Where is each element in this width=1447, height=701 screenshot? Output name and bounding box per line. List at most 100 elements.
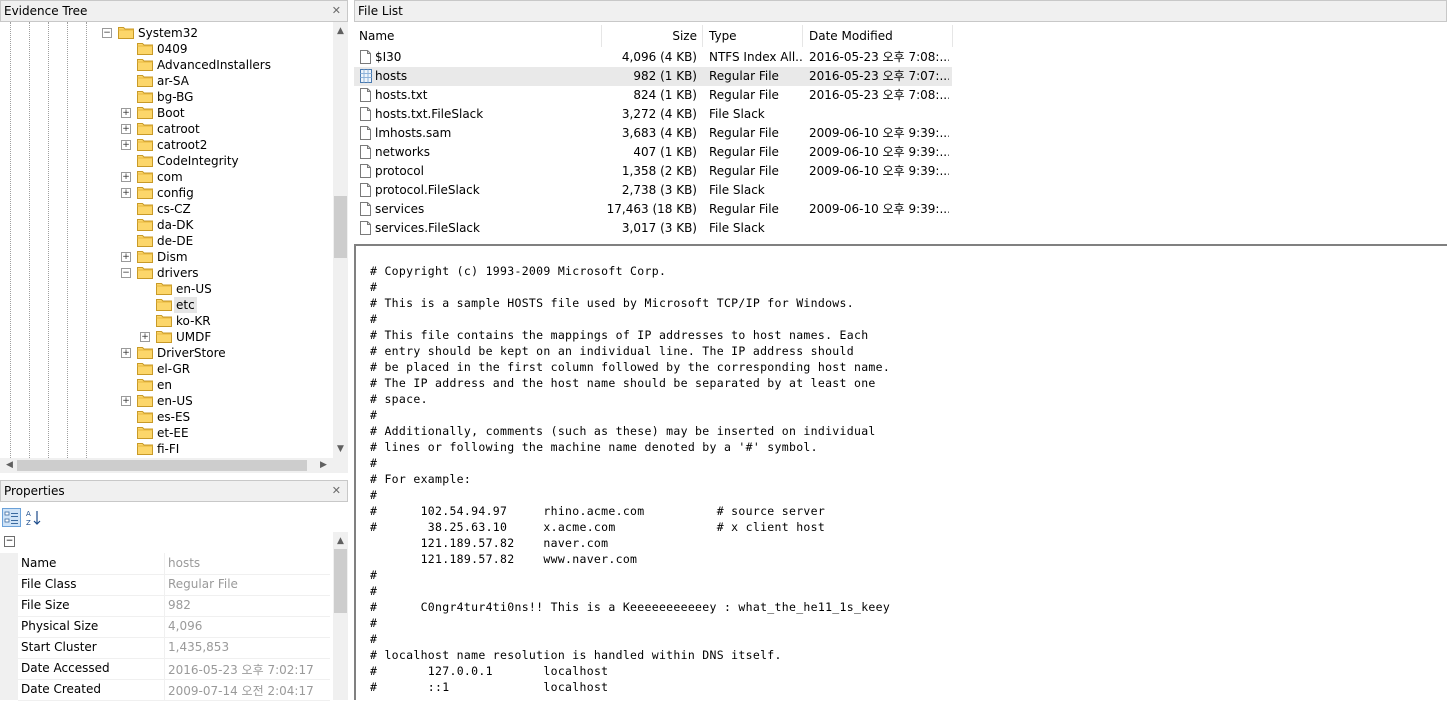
tree-item[interactable]: + Boot <box>0 105 333 121</box>
tree-item[interactable]: + UMDF <box>0 329 333 345</box>
file-row[interactable]: networks 407 (1 KB) Regular File 2009-06-10… <box>354 143 952 162</box>
tree-item[interactable]: el-GR <box>0 361 333 377</box>
tree-item[interactable]: en-US <box>0 281 333 297</box>
tree-item[interactable]: ko-KR <box>0 313 333 329</box>
tree-item-label: el-GR <box>157 362 191 376</box>
tree-item[interactable]: + Dism <box>0 249 333 265</box>
tree-item[interactable]: bg-BG <box>0 89 333 105</box>
file-name: hosts.txt <box>375 88 428 102</box>
file-name: $I30 <box>375 50 402 64</box>
tree-item[interactable]: 0409 <box>0 41 333 57</box>
file-name: hosts.txt.FileSlack <box>375 107 484 121</box>
column-header-date[interactable]: Date Modified <box>803 25 953 47</box>
property-row[interactable]: Physical Size 4,096 <box>18 616 330 638</box>
tree-item[interactable]: et-EE <box>0 425 333 441</box>
file-row[interactable]: services 17,463 (18 KB) Regular File 2009-0… <box>354 200 952 219</box>
file-name: hosts <box>375 69 408 83</box>
expand-icon[interactable]: + <box>121 348 131 358</box>
collapse-icon[interactable]: − <box>121 268 131 278</box>
file-row[interactable]: $I30 4,096 (4 KB) NTFS Index All... 2016-05… <box>354 48 952 67</box>
file-size: 982 (1 KB) <box>633 69 697 83</box>
alphabetical-sort-icon[interactable]: A Z <box>25 508 44 527</box>
tree-item[interactable]: ar-SA <box>0 73 333 89</box>
collapse-category-icon[interactable]: − <box>4 536 15 547</box>
expand-icon[interactable]: + <box>121 172 131 182</box>
expand-icon[interactable]: + <box>121 124 131 134</box>
tree-vertical-scrollbar[interactable]: ▲ ▼ <box>333 22 348 458</box>
evidence-tree-close-icon[interactable]: ✕ <box>332 1 341 21</box>
tree-item[interactable]: + catroot <box>0 121 333 137</box>
scroll-left-icon[interactable]: ◀ <box>2 458 17 473</box>
tree-item[interactable]: da-DK <box>0 217 333 233</box>
collapse-icon[interactable]: − <box>102 28 112 38</box>
expand-icon[interactable]: + <box>121 252 131 262</box>
property-row[interactable]: Date Created 2009-07-14 오전 2:04:17 <box>18 679 330 701</box>
file-row[interactable]: lmhosts.sam 3,683 (4 KB) Regular File 2009-… <box>354 124 952 143</box>
file-size: 3,017 (3 KB) <box>621 221 697 235</box>
tree-item[interactable]: cs-CZ <box>0 201 333 217</box>
property-name: File Class <box>21 577 77 591</box>
file-row[interactable]: protocol 1,358 (2 KB) Regular File 2009-06-… <box>354 162 952 181</box>
tree-item[interactable]: + config <box>0 185 333 201</box>
expand-icon[interactable]: + <box>140 332 150 342</box>
property-value: 1,435,853 <box>168 640 230 654</box>
properties-grid: − Name hosts File Class Regular File File Si… <box>0 532 333 701</box>
tree-item[interactable]: es-ES <box>0 409 333 425</box>
property-divider <box>164 574 165 595</box>
property-row[interactable]: File Class Regular File <box>18 574 330 596</box>
property-row[interactable]: File Size 982 <box>18 595 330 617</box>
file-date: 2009-06-10 오후 9:39:... <box>809 164 949 178</box>
tree-item[interactable]: + DriverStore <box>0 345 333 361</box>
tree-item[interactable]: en <box>0 377 333 393</box>
evidence-tree[interactable]: − System32 0409 AdvancedInstallers ar-SA bg-B… <box>0 22 333 458</box>
tree-item[interactable]: − System32 <box>0 25 333 41</box>
tree-item[interactable]: AdvancedInstallers <box>0 57 333 73</box>
tree-horizontal-scrollbar[interactable]: ◀ ▶ <box>0 458 333 473</box>
property-row[interactable]: Name hosts <box>18 553 330 575</box>
tree-item[interactable]: fi-FI <box>0 441 333 457</box>
tree-hscroll-thumb[interactable] <box>17 460 307 471</box>
expand-icon[interactable]: + <box>121 396 131 406</box>
file-row[interactable]: protocol.FileSlack 2,738 (3 KB) File Slack <box>354 181 952 200</box>
props-scroll-up-icon[interactable]: ▲ <box>333 534 348 549</box>
svg-text:Z: Z <box>26 519 31 527</box>
file-list[interactable]: Name Size Type Date Modified $I30 4,096 (… <box>354 22 1447 242</box>
tree-item[interactable]: + catroot2 <box>0 137 333 153</box>
expand-icon[interactable]: + <box>121 140 131 150</box>
file-row[interactable]: hosts.txt 824 (1 KB) Regular File 2016-05-2… <box>354 86 952 105</box>
text-viewer[interactable]: # Copyright (c) 1993-2009 Microsoft Corp… <box>354 244 1447 700</box>
column-header-name[interactable]: Name <box>354 25 602 47</box>
property-row[interactable]: Date Accessed 2016-05-23 오후 7:02:17 <box>18 658 330 680</box>
file-document-icon <box>360 126 371 140</box>
folder-icon <box>137 234 153 247</box>
scroll-down-icon[interactable]: ▼ <box>333 442 348 457</box>
file-row[interactable]: services.FileSlack 3,017 (3 KB) File Slack <box>354 219 952 238</box>
property-value: 982 <box>168 598 191 612</box>
tree-item[interactable]: + en-US <box>0 393 333 409</box>
scroll-right-icon[interactable]: ▶ <box>316 458 331 473</box>
tree-item[interactable]: etc <box>0 297 333 313</box>
properties-scrollbar[interactable]: ▲ <box>333 532 348 700</box>
column-header-size[interactable]: Size <box>602 25 703 47</box>
file-type: Regular File <box>709 145 779 159</box>
file-row[interactable]: hosts.txt.FileSlack 3,272 (4 KB) File Slac… <box>354 105 952 124</box>
expand-icon[interactable]: + <box>121 108 131 118</box>
column-header-type[interactable]: Type <box>703 25 803 47</box>
scroll-up-icon[interactable]: ▲ <box>333 24 348 39</box>
tree-item-label: catroot2 <box>157 138 208 152</box>
svg-text:A: A <box>26 510 31 518</box>
tree-item[interactable]: + com <box>0 169 333 185</box>
file-row[interactable]: hosts 982 (1 KB) Regular File 2016-05-23 오후… <box>354 67 952 86</box>
tree-item[interactable]: CodeIntegrity <box>0 153 333 169</box>
tree-item[interactable]: − drivers <box>0 265 333 281</box>
property-name: Physical Size <box>21 619 99 633</box>
categorized-view-icon[interactable] <box>2 508 21 527</box>
props-scroll-thumb[interactable] <box>334 549 347 613</box>
property-divider <box>164 658 165 679</box>
tree-item-label: catroot <box>157 122 200 136</box>
properties-close-icon[interactable]: ✕ <box>332 481 341 501</box>
expand-icon[interactable]: + <box>121 188 131 198</box>
tree-item[interactable]: de-DE <box>0 233 333 249</box>
property-row[interactable]: Start Cluster 1,435,853 <box>18 637 330 659</box>
tree-scroll-thumb[interactable] <box>334 196 347 258</box>
